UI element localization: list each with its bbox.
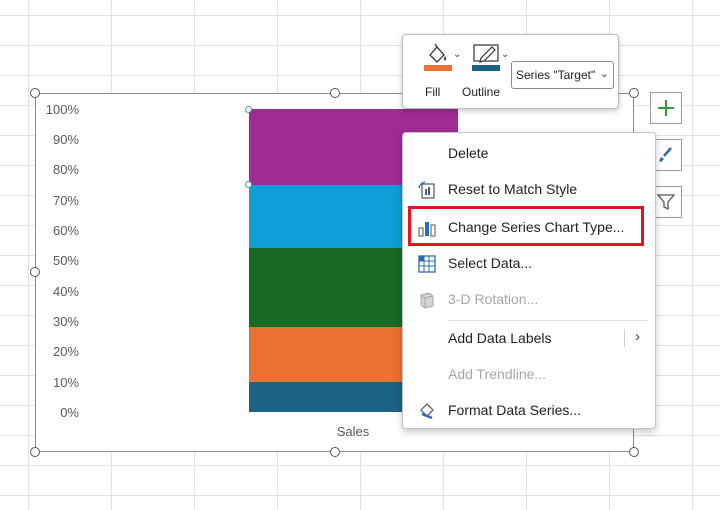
reset-style-icon xyxy=(418,181,435,199)
chart-elements-button[interactable] xyxy=(650,92,682,124)
menu-item-select-data[interactable]: Select Data... xyxy=(403,248,655,278)
mini-toolbar: ⌄ Fill ⌄ Outline Series "Target" ⌄ xyxy=(402,34,619,109)
y-tick-label: 30% xyxy=(52,314,79,329)
menu-item-3d-rotation[interactable]: 3-D Rotation... xyxy=(403,284,655,314)
chevron-down-icon: ⌄ xyxy=(599,68,609,80)
y-tick-label: 10% xyxy=(52,375,79,390)
outline-label: Outline xyxy=(462,85,501,99)
chevron-right-icon: › xyxy=(635,328,640,345)
menu-item-format-data-series[interactable]: Format Data Series... xyxy=(403,395,655,425)
menu-item-label: Format Data Series... xyxy=(448,402,582,418)
resize-handle-top[interactable] xyxy=(330,88,340,98)
resize-handle-top-left[interactable] xyxy=(30,88,40,98)
series-select-value: Series "Target" xyxy=(516,68,596,82)
menu-item-label: Add Trendline... xyxy=(448,366,547,382)
resize-handle-left[interactable] xyxy=(30,267,40,277)
menu-item-reset-style[interactable]: Reset to Match Style xyxy=(403,174,655,204)
fill-button[interactable]: ⌄ xyxy=(417,43,462,76)
resize-handle-top-right[interactable] xyxy=(629,88,639,98)
brush-icon xyxy=(659,147,672,162)
y-tick-label: 0% xyxy=(60,405,79,420)
y-tick-label: 50% xyxy=(52,253,79,268)
fill-color-swatch xyxy=(424,65,452,71)
y-tick-label: 20% xyxy=(52,344,79,359)
x-axis-label: Sales xyxy=(336,424,370,439)
menu-item-label: Select Data... xyxy=(448,255,533,271)
y-tick-label: 40% xyxy=(52,284,79,299)
highlight-box xyxy=(408,206,644,246)
filter-icon xyxy=(656,194,676,211)
pen-icon xyxy=(472,44,500,71)
series-select[interactable]: Series "Target" ⌄ xyxy=(511,61,614,89)
select-data-icon xyxy=(418,255,436,273)
y-tick-label: 100% xyxy=(45,102,79,117)
chevron-down-icon: ⌄ xyxy=(501,49,510,60)
paint-bucket-icon xyxy=(424,43,452,71)
resize-handle-bottom-right[interactable] xyxy=(629,447,639,457)
format-series-icon xyxy=(420,403,434,420)
y-tick-label: 60% xyxy=(52,223,79,238)
menu-separator xyxy=(448,320,648,321)
menu-item-add-trendline[interactable]: Add Trendline... xyxy=(403,359,655,389)
outline-color-swatch xyxy=(472,65,500,71)
plus-icon xyxy=(658,100,674,116)
series-selection-handle[interactable] xyxy=(245,106,252,113)
menu-item-label: Add Data Labels xyxy=(448,330,552,346)
menu-item-label: Delete xyxy=(448,145,489,161)
menu-item-add-data-labels[interactable]: Add Data Labels › xyxy=(403,323,655,353)
resize-handle-bottom[interactable] xyxy=(330,447,340,457)
menu-item-label: 3-D Rotation... xyxy=(448,291,539,307)
outline-button[interactable]: ⌄ xyxy=(465,43,510,76)
y-tick-label: 80% xyxy=(52,162,79,177)
context-menu: Delete Reset to Match Style Change Serie… xyxy=(402,132,656,429)
rotation-3d-icon xyxy=(420,292,434,309)
series-selection-handle[interactable] xyxy=(245,181,252,188)
fill-label: Fill xyxy=(425,85,441,99)
chevron-down-icon: ⌄ xyxy=(453,49,462,60)
submenu-divider xyxy=(624,329,625,347)
menu-item-label: Reset to Match Style xyxy=(448,181,578,197)
menu-item-delete[interactable]: Delete xyxy=(403,138,655,168)
resize-handle-bottom-left[interactable] xyxy=(30,447,40,457)
y-tick-label: 70% xyxy=(52,193,79,208)
y-tick-label: 90% xyxy=(52,132,79,147)
